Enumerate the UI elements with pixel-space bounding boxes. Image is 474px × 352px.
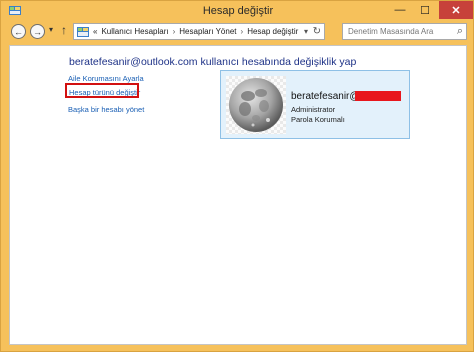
- forward-button[interactable]: →: [30, 24, 45, 39]
- account-name: beratefesanir@: [291, 91, 360, 102]
- minimize-button[interactable]: —: [386, 1, 414, 19]
- breadcrumb-item[interactable]: Hesap değiştir: [247, 27, 298, 36]
- breadcrumb-separator-icon[interactable]: ›: [173, 27, 176, 36]
- family-safety-link[interactable]: Aile Korumasını Ayarla: [68, 74, 144, 83]
- highlight-box: [65, 83, 139, 98]
- address-bar[interactable]: « Kullanıcı Hesapları › Hesapları Yönet …: [73, 23, 325, 40]
- search-placeholder: Denetim Masasında Ara: [348, 27, 434, 36]
- account-card: beratefesanir@ Administrator Parola Koru…: [220, 70, 410, 139]
- password-protection-status: Parola Korumalı: [291, 115, 345, 124]
- search-input[interactable]: Denetim Masasında Ara ⌕: [342, 23, 467, 40]
- breadcrumb-overflow-icon[interactable]: «: [93, 27, 97, 36]
- refresh-icon[interactable]: ↻: [313, 26, 321, 37]
- maximize-button[interactable]: ☐: [411, 1, 439, 19]
- navigation-bar: ← → ▾ ↑ « Kullanıcı Hesapları › Hesaplar…: [9, 21, 467, 43]
- close-button[interactable]: ✕: [439, 1, 473, 19]
- address-dropdown-icon[interactable]: ▾: [304, 27, 308, 36]
- manage-another-account-link[interactable]: Başka bir hesabı yönet: [68, 105, 144, 114]
- up-arrow-icon[interactable]: ↑: [61, 23, 67, 37]
- search-icon[interactable]: ⌕: [457, 25, 463, 38]
- title-bar[interactable]: Hesap değiştir — ☐ ✕: [1, 1, 474, 21]
- breadcrumb-item[interactable]: Kullanıcı Hesapları: [101, 27, 168, 36]
- avatar: [226, 76, 286, 134]
- page-title: beratefesanir@outlook.com kullanıcı hesa…: [69, 56, 357, 68]
- breadcrumb-separator-icon[interactable]: ›: [241, 27, 244, 36]
- breadcrumb-item[interactable]: Hesapları Yönet: [179, 27, 236, 36]
- back-button[interactable]: ←: [11, 24, 26, 39]
- account-role: Administrator: [291, 105, 336, 114]
- control-panel-icon: [77, 26, 89, 37]
- recent-locations-chevron-icon[interactable]: ▾: [49, 25, 53, 34]
- content-pane: beratefesanir@outlook.com kullanıcı hesa…: [9, 45, 467, 345]
- window: Hesap değiştir — ☐ ✕ ← → ▾ ↑ « Kullanıcı…: [0, 0, 474, 352]
- redaction-bar: [355, 91, 401, 101]
- moon-photo-icon: [229, 78, 283, 132]
